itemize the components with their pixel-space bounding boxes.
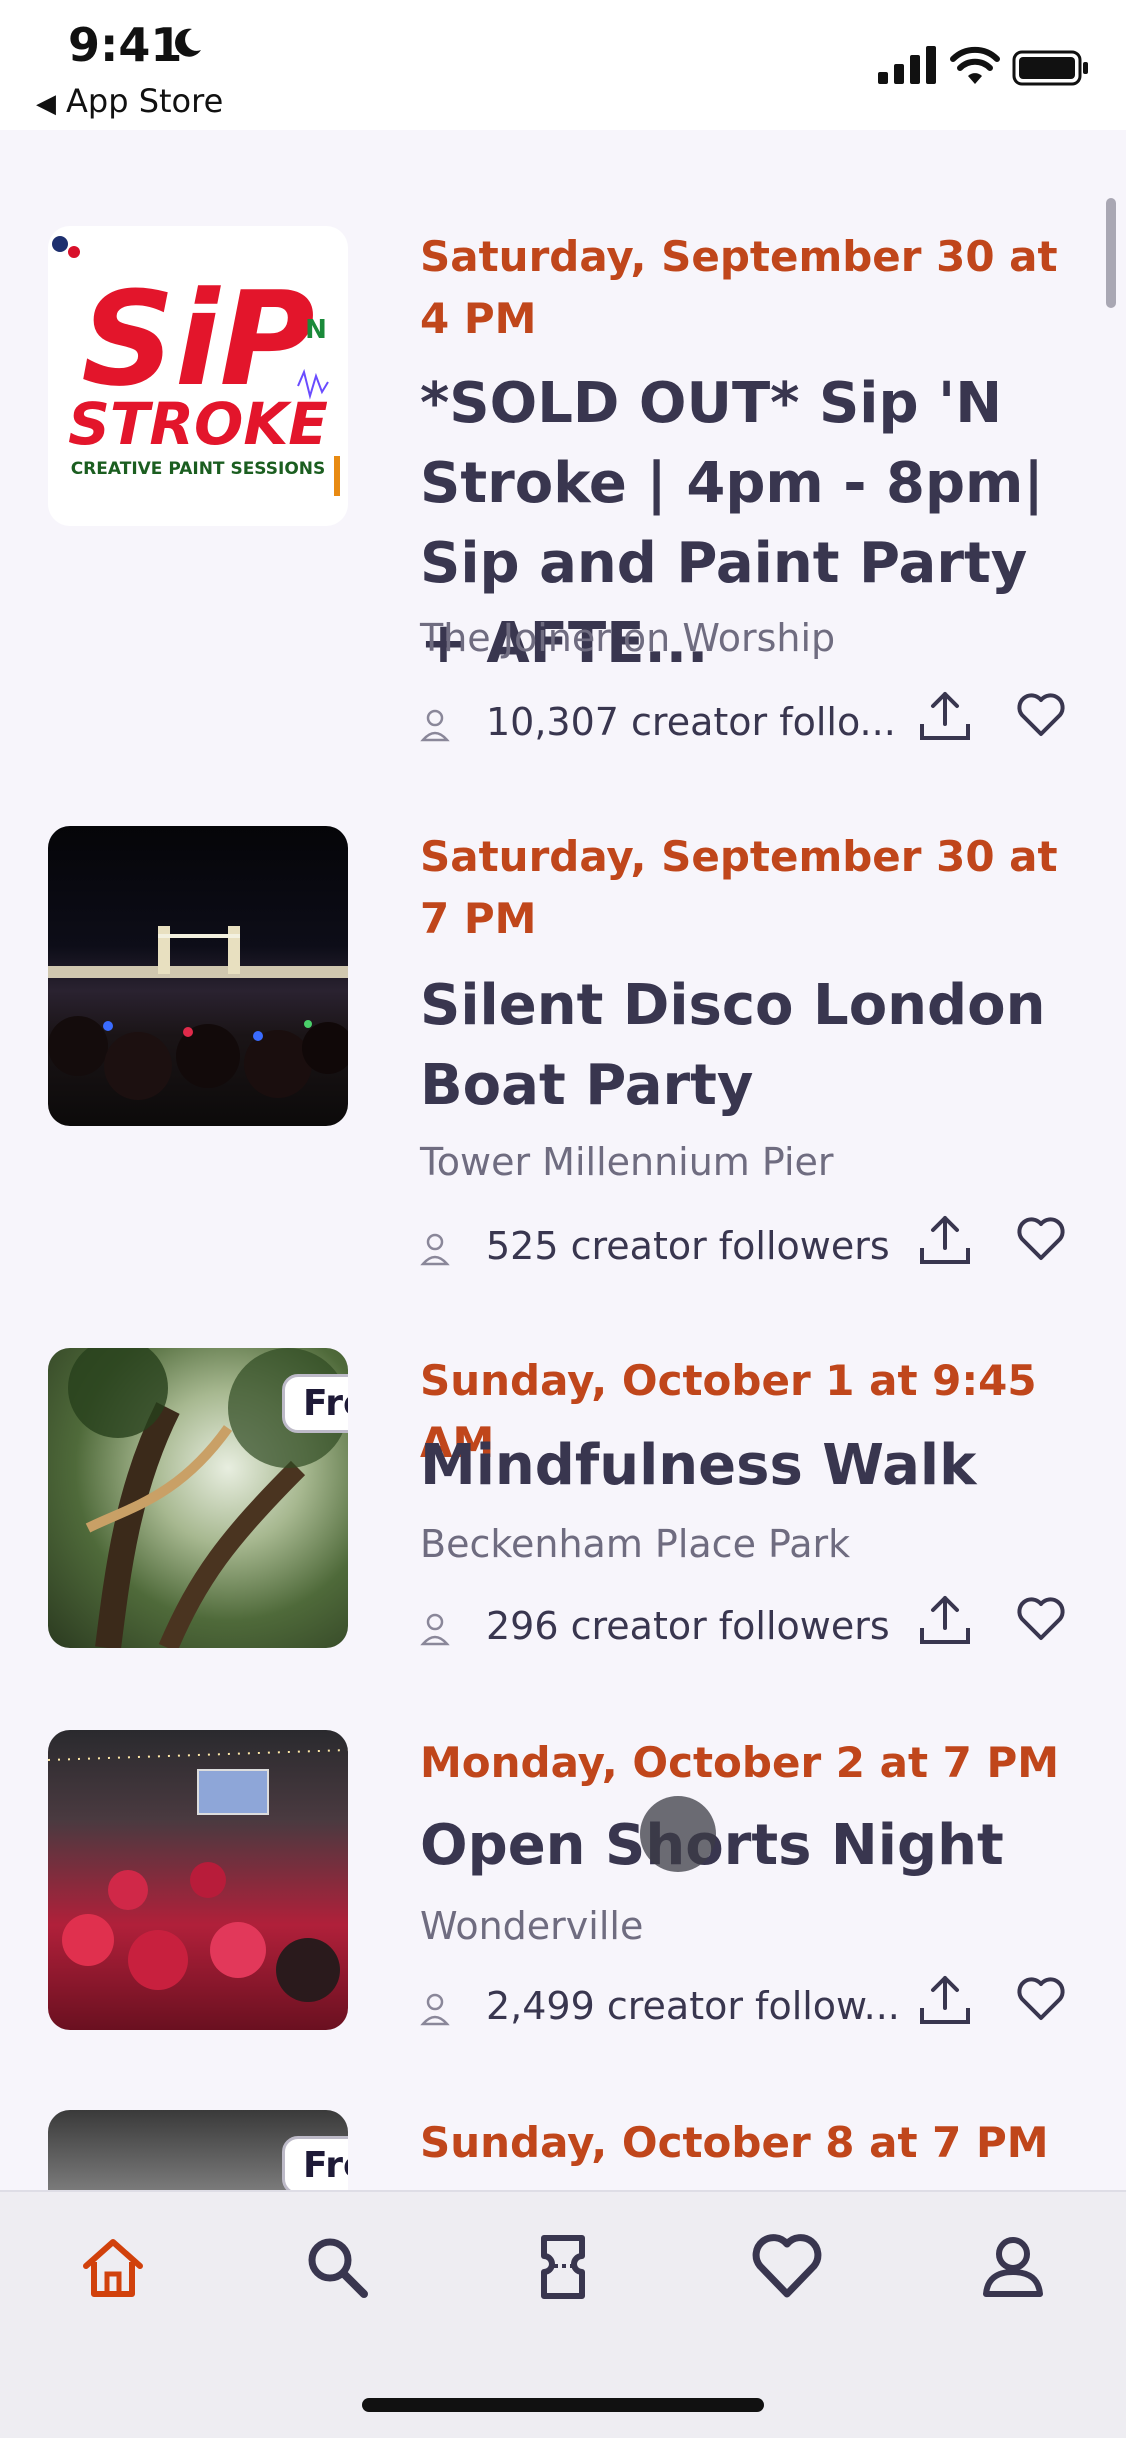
home-indicator[interactable] (362, 2398, 764, 2412)
event-thumbnail-mindfulness-walk: Free (48, 1348, 348, 1648)
moon-icon (175, 28, 201, 57)
share-icon[interactable] (918, 688, 972, 742)
status-bar: 9:41 ◀ App Store (0, 0, 1126, 130)
sip-n-stroke-logo: SiP N STROKE CREATIVE PAINT SESSIONS (52, 236, 340, 496)
event-title: Mindfulness Walk (420, 1433, 977, 1498)
event-venue: The Joiner on Worship (420, 616, 836, 660)
share-icon[interactable] (918, 1972, 972, 2026)
event-date: Saturday, September 30 at 4 PM (420, 232, 1058, 343)
event-venue: Wonderville (420, 1904, 644, 1948)
share-icon[interactable] (918, 1592, 972, 1646)
person-icon (420, 1233, 450, 1265)
profile-icon[interactable] (978, 2232, 1048, 2302)
event-date: Monday, October 2 at 7 PM (420, 1738, 1060, 1787)
event-venue: Tower Millennium Pier (420, 1140, 834, 1184)
tickets-icon[interactable] (528, 2232, 598, 2302)
touch-indicator (640, 1796, 716, 1872)
heart-icon[interactable] (1016, 1976, 1066, 2022)
event-title: Open Shorts Night (420, 1813, 1004, 1878)
heart-icon[interactable] (1016, 1216, 1066, 1262)
status-time: 9:41 (68, 18, 183, 72)
search-icon[interactable] (302, 2232, 372, 2302)
event-date: Saturday, September 30 at 7 PM (420, 832, 1058, 943)
event-followers: 10,307 creator follo... (420, 700, 896, 744)
event-title: Silent Disco London Boat Party (420, 973, 1046, 1118)
logo-tag: CREATIVE PAINT SESSIONS (71, 459, 326, 479)
event-followers: 296 creator followers (420, 1604, 890, 1648)
followers-count: 10,307 creator follo... (486, 700, 896, 744)
likes-icon[interactable] (752, 2232, 822, 2302)
cinema-crowd-scene (48, 1749, 348, 2002)
back-to-app-store-link[interactable]: ◀ App Store (36, 82, 223, 120)
cellular-signal-icon (878, 46, 936, 84)
heart-icon[interactable] (1016, 692, 1066, 738)
event-thumbnail-sip-n-stroke: SiP N STROKE CREATIVE PAINT SESSIONS (48, 226, 348, 526)
back-label: App Store (66, 82, 224, 120)
followers-count: 2,499 creator follow... (486, 1984, 900, 2028)
event-venue: Beckenham Place Park (420, 1522, 851, 1566)
back-arrow-icon: ◀ (36, 89, 56, 119)
event-date: Sunday, October 8 at 7 PM (420, 2118, 1049, 2167)
free-badge: Free (282, 1374, 348, 1433)
share-icon[interactable] (918, 1212, 972, 1266)
logo-n: N (305, 315, 327, 345)
event-thumbnail-open-shorts-night (48, 1730, 348, 2030)
event-followers: 525 creator followers (420, 1224, 890, 1268)
battery-icon (1012, 50, 1088, 86)
person-icon (420, 1993, 450, 2025)
scroll-indicator (1106, 198, 1116, 308)
followers-count: 296 creator followers (486, 1604, 890, 1648)
logo-sub: STROKE (68, 390, 328, 458)
person-icon (420, 1613, 450, 1645)
home-icon[interactable] (78, 2232, 148, 2302)
followers-count: 525 creator followers (486, 1224, 890, 1268)
wifi-icon (950, 46, 1000, 84)
tower-bridge-scene (48, 926, 348, 1100)
heart-icon[interactable] (1016, 1596, 1066, 1642)
free-badge: Free (282, 2136, 348, 2195)
event-thumbnail-silent-disco (48, 826, 348, 1126)
person-icon (420, 709, 450, 741)
event-followers: 2,499 creator follow... (420, 1984, 900, 2028)
